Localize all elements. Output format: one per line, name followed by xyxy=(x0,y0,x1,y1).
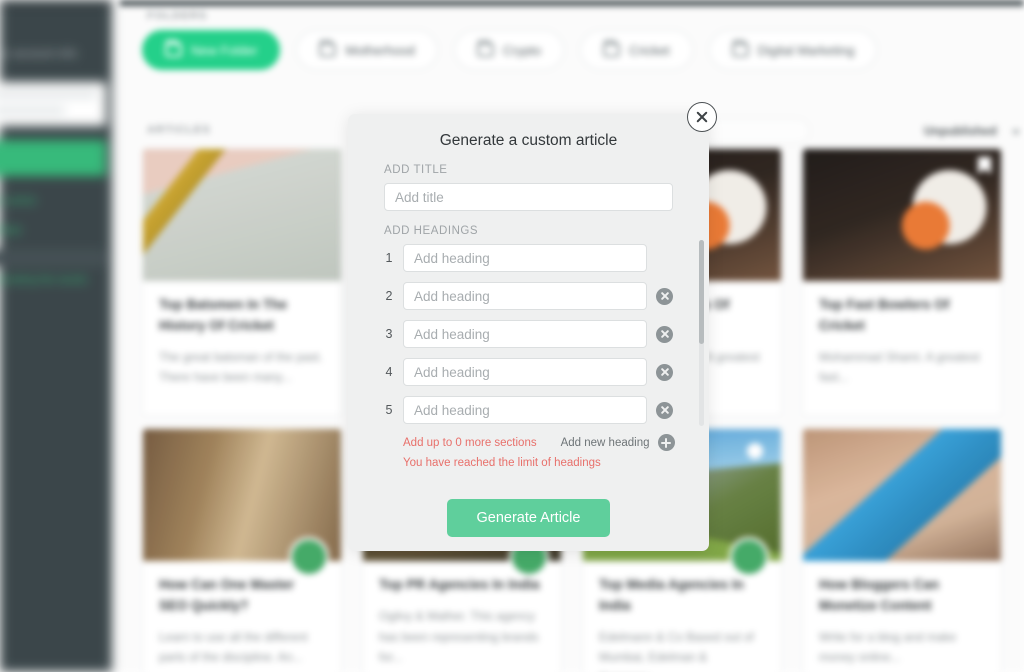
close-circle-icon[interactable] xyxy=(656,363,673,381)
generate-article-modal: Generate a custom article ADD TITLE ADD … xyxy=(348,114,709,551)
add-title-label: ADD TITLE xyxy=(384,164,448,176)
modal-title: Generate a custom article xyxy=(439,132,618,149)
close-icon[interactable] xyxy=(687,102,717,132)
modal-scrollbar[interactable] xyxy=(699,240,704,426)
close-circle-icon[interactable] xyxy=(656,401,673,419)
remaining-sections-hint: Add up to 0 more sections xyxy=(403,436,537,449)
add-headings-label: ADD HEADINGS xyxy=(384,225,479,237)
modal-footer: Generate Article xyxy=(384,499,673,537)
heading-input[interactable] xyxy=(403,396,647,424)
heading-row: 5 xyxy=(384,396,673,424)
limit-message: You have reached the limit of headings xyxy=(403,457,601,469)
heading-row: 2 xyxy=(384,282,673,310)
add-new-heading-label[interactable]: Add new heading xyxy=(561,437,650,449)
heading-row-number: 1 xyxy=(385,251,393,265)
heading-row: 1 xyxy=(384,244,673,272)
heading-row-number: 3 xyxy=(385,327,393,341)
headings-hint-row: Add up to 0 more sections Add new headin… xyxy=(403,434,675,451)
modal-body: ADD TITLE ADD HEADINGS 1 2 3 xyxy=(348,164,709,537)
heading-row-number: 2 xyxy=(385,289,393,303)
headings-list: 1 2 3 4 xyxy=(384,244,673,424)
close-circle-icon[interactable] xyxy=(656,287,673,305)
title-input[interactable] xyxy=(384,183,673,211)
heading-row: 3 xyxy=(384,320,673,348)
heading-input[interactable] xyxy=(403,320,647,348)
generate-article-button[interactable]: Generate Article xyxy=(446,499,611,537)
heading-row-number: 4 xyxy=(385,365,393,379)
heading-row: 4 xyxy=(384,358,673,386)
heading-input[interactable] xyxy=(403,358,647,386)
close-circle-icon[interactable] xyxy=(656,325,673,343)
app-root: FOLDERS New Folder Motherhood Crypto Cri… xyxy=(0,0,1024,672)
heading-row-number: 5 xyxy=(385,403,393,417)
modal-scrollbar-thumb[interactable] xyxy=(699,240,704,344)
plus-icon[interactable] xyxy=(657,434,675,451)
heading-input[interactable] xyxy=(403,244,647,272)
heading-input[interactable] xyxy=(403,282,647,310)
